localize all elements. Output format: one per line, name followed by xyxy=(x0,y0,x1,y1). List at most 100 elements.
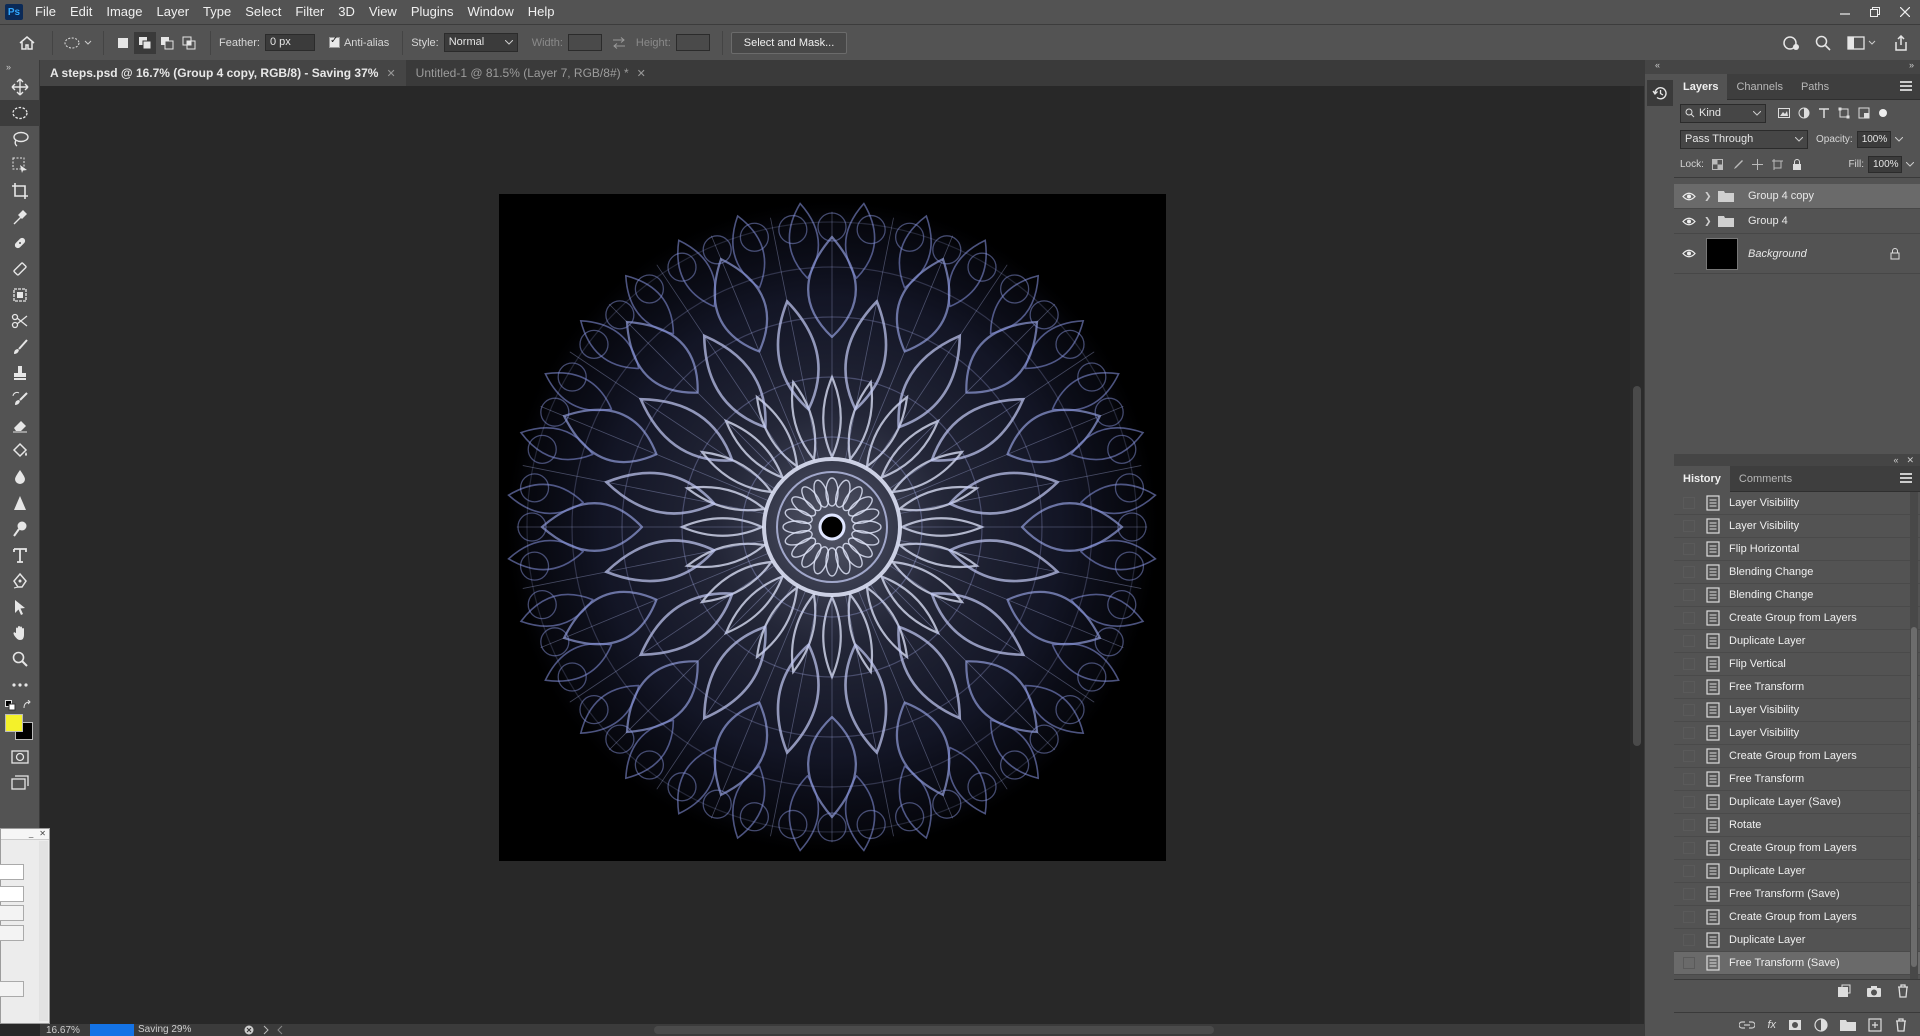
history-scrollbar[interactable] xyxy=(1910,492,1918,979)
opacity-input[interactable]: 100% xyxy=(1856,130,1891,148)
workspace-button[interactable] xyxy=(1844,32,1880,54)
share-button[interactable] xyxy=(1890,32,1912,54)
crop-tool[interactable] xyxy=(0,178,40,204)
menu-image[interactable]: Image xyxy=(99,0,149,24)
filter-pixel-icon[interactable] xyxy=(1778,108,1790,118)
select-and-mask-button[interactable]: Select and Mask... xyxy=(730,31,848,54)
menu-select[interactable]: Select xyxy=(238,0,288,24)
menu-window[interactable]: Window xyxy=(460,0,520,24)
document-canvas[interactable] xyxy=(499,194,1166,861)
zoom-level[interactable]: 16.67% xyxy=(40,1025,90,1036)
chevron-left-icon[interactable] xyxy=(276,1025,284,1035)
chevron-down-icon[interactable] xyxy=(1906,162,1914,167)
adjustment-layer-icon[interactable] xyxy=(1814,1017,1828,1032)
tool-preset-picker[interactable] xyxy=(61,32,95,54)
history-brush-source-checkbox[interactable] xyxy=(1683,842,1695,854)
frame-tool[interactable] xyxy=(0,282,40,308)
move-tool[interactable] xyxy=(0,74,40,100)
fx-icon[interactable]: fx xyxy=(1767,1019,1776,1031)
close-icon[interactable]: ✕ xyxy=(1906,455,1914,466)
trash-icon[interactable] xyxy=(1896,983,1910,998)
floating-dialog-fragment[interactable]: _ ✕ xyxy=(0,828,50,1024)
panel-menu-icon[interactable] xyxy=(1900,473,1912,485)
history-brush-tool[interactable] xyxy=(0,386,40,412)
history-state[interactable]: Duplicate Layer xyxy=(1674,860,1920,883)
filter-toggle-icon[interactable] xyxy=(1878,108,1888,118)
swap-dimensions-button[interactable] xyxy=(602,32,636,54)
history-state[interactable]: Layer Visibility xyxy=(1674,492,1920,515)
object-selection-tool[interactable] xyxy=(0,152,40,178)
menu-plugins[interactable]: Plugins xyxy=(404,0,461,24)
quick-mask-button[interactable] xyxy=(0,744,40,770)
history-state[interactable]: Duplicate Layer xyxy=(1674,630,1920,653)
width-input[interactable] xyxy=(567,34,602,51)
menu-file[interactable]: File xyxy=(28,0,63,24)
canvas-vertical-scrollbar[interactable] xyxy=(1630,86,1644,1024)
tab-history[interactable]: History xyxy=(1674,465,1730,492)
history-state[interactable]: Blending Change xyxy=(1674,561,1920,584)
foreground-color-swatch[interactable] xyxy=(5,714,23,732)
lasso-tool[interactable] xyxy=(0,126,40,152)
brush-tool-alt[interactable] xyxy=(0,256,40,282)
new-document-from-state-icon[interactable] xyxy=(1836,984,1852,998)
lock-all-icon[interactable] xyxy=(1792,159,1802,170)
history-state[interactable]: Layer Visibility xyxy=(1674,699,1920,722)
screen-mode-button[interactable] xyxy=(0,770,40,796)
eraser-tool[interactable] xyxy=(0,412,40,438)
chevron-down-icon[interactable] xyxy=(1894,136,1903,142)
horizontal-scrollbar[interactable] xyxy=(654,1026,1214,1034)
subtract-selection-button[interactable] xyxy=(156,32,178,54)
collapse-panels-icon[interactable]: » xyxy=(1674,60,1920,74)
history-brush-source-checkbox[interactable] xyxy=(1683,888,1695,900)
history-brush-source-checkbox[interactable] xyxy=(1683,520,1695,532)
menu-3d[interactable]: 3D xyxy=(331,0,362,24)
layer-row-group-4[interactable]: ❯ Group 4 xyxy=(1674,209,1920,234)
menu-view[interactable]: View xyxy=(362,0,404,24)
feather-input[interactable]: 0 px xyxy=(264,34,315,51)
sharpen-tool[interactable] xyxy=(0,490,40,516)
history-state[interactable]: Blending Change xyxy=(1674,584,1920,607)
anti-alias-checkbox[interactable] xyxy=(328,35,340,48)
clone-stamp-tool[interactable] xyxy=(0,360,40,386)
healing-brush-tool[interactable] xyxy=(0,230,40,256)
eyedropper-tool[interactable] xyxy=(0,204,40,230)
history-state[interactable]: Duplicate Layer xyxy=(1674,929,1920,952)
layer-row-background[interactable]: Background xyxy=(1674,234,1920,274)
lock-pixels-icon[interactable] xyxy=(1732,159,1743,170)
history-brush-source-checkbox[interactable] xyxy=(1683,819,1695,831)
visibility-eye-icon[interactable] xyxy=(1682,192,1696,201)
lock-transparent-icon[interactable] xyxy=(1711,159,1723,170)
history-brush-source-checkbox[interactable] xyxy=(1683,957,1695,969)
tab-a-steps[interactable]: A steps.psd @ 16.7% (Group 4 copy, RGB/8… xyxy=(40,60,406,86)
history-brush-source-checkbox[interactable] xyxy=(1683,612,1695,624)
collapse-icon[interactable]: « xyxy=(1893,455,1898,465)
search-button[interactable] xyxy=(1812,32,1834,54)
menu-layer[interactable]: Layer xyxy=(150,0,197,24)
zoom-tool[interactable] xyxy=(0,646,40,672)
history-state[interactable]: Create Group from Layers xyxy=(1674,607,1920,630)
history-brush-source-checkbox[interactable] xyxy=(1683,543,1695,555)
layer-filter-select[interactable]: Kind xyxy=(1680,103,1766,123)
filter-shape-icon[interactable] xyxy=(1838,107,1850,119)
scroll-thumb[interactable] xyxy=(1911,627,1917,967)
chevron-right-icon[interactable] xyxy=(262,1025,270,1035)
layer-row-group-4-copy[interactable]: ❯ Group 4 copy xyxy=(1674,184,1920,209)
path-selection-tool[interactable] xyxy=(0,594,40,620)
pen-tool[interactable] xyxy=(0,568,40,594)
new-group-icon[interactable] xyxy=(1840,1019,1856,1031)
paint-bucket-tool[interactable] xyxy=(0,438,40,464)
tab-untitled-1[interactable]: Untitled-1 @ 81.5% (Layer 7, RGB/8#) * ✕ xyxy=(406,60,656,86)
link-layers-icon[interactable] xyxy=(1739,1020,1756,1030)
history-state[interactable]: Layer Visibility xyxy=(1674,515,1920,538)
expand-group-chevron-icon[interactable]: ❯ xyxy=(1704,216,1714,227)
close-icon[interactable]: ✕ xyxy=(39,829,46,839)
history-brush-source-checkbox[interactable] xyxy=(1683,704,1695,716)
intersect-selection-button[interactable] xyxy=(178,32,200,54)
filter-adjustment-icon[interactable] xyxy=(1798,107,1810,119)
tab-channels[interactable]: Channels xyxy=(1727,74,1791,100)
elliptical-marquee-tool[interactable] xyxy=(0,100,40,126)
scroll-thumb[interactable] xyxy=(1633,386,1641,746)
history-panel-icon[interactable] xyxy=(1647,80,1673,106)
history-brush-source-checkbox[interactable] xyxy=(1683,911,1695,923)
close-tab-icon[interactable]: ✕ xyxy=(386,67,395,80)
